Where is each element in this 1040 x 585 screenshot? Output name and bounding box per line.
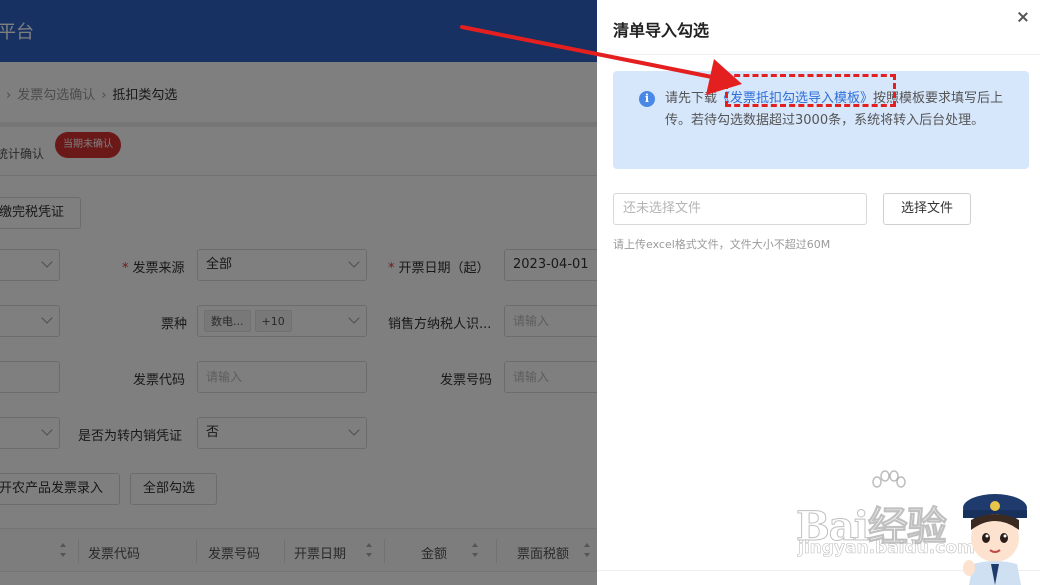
upload-hint: 请上传excel格式文件，文件大小不超过60M: [613, 238, 831, 251]
info-notice: i 请先下载《发票抵扣勾选导入模板》按照模板要求填写后上传。若待勾选数据超过30…: [613, 71, 1029, 169]
choose-file-button[interactable]: 选择文件: [883, 193, 971, 225]
notice-prefix: 请先下载: [665, 91, 718, 106]
notice-text: 请先下载《发票抵扣勾选导入模板》按照模板要求填写后上传。若待勾选数据超过3000…: [665, 88, 1015, 132]
import-drawer: 清单导入勾选 i 请先下载《发票抵扣勾选导入模板》按照模板要求填写后上传。若待勾…: [597, 0, 1040, 585]
info-icon: i: [639, 91, 655, 107]
header-divider: [597, 54, 1040, 55]
file-path-input[interactable]: 还未选择文件: [613, 193, 867, 225]
close-icon[interactable]: [1016, 10, 1030, 24]
drawer-title: 清单导入勾选: [613, 21, 710, 40]
template-download-link[interactable]: 《发票抵扣勾选导入模板》: [717, 91, 873, 106]
footer-divider: [597, 570, 1040, 571]
